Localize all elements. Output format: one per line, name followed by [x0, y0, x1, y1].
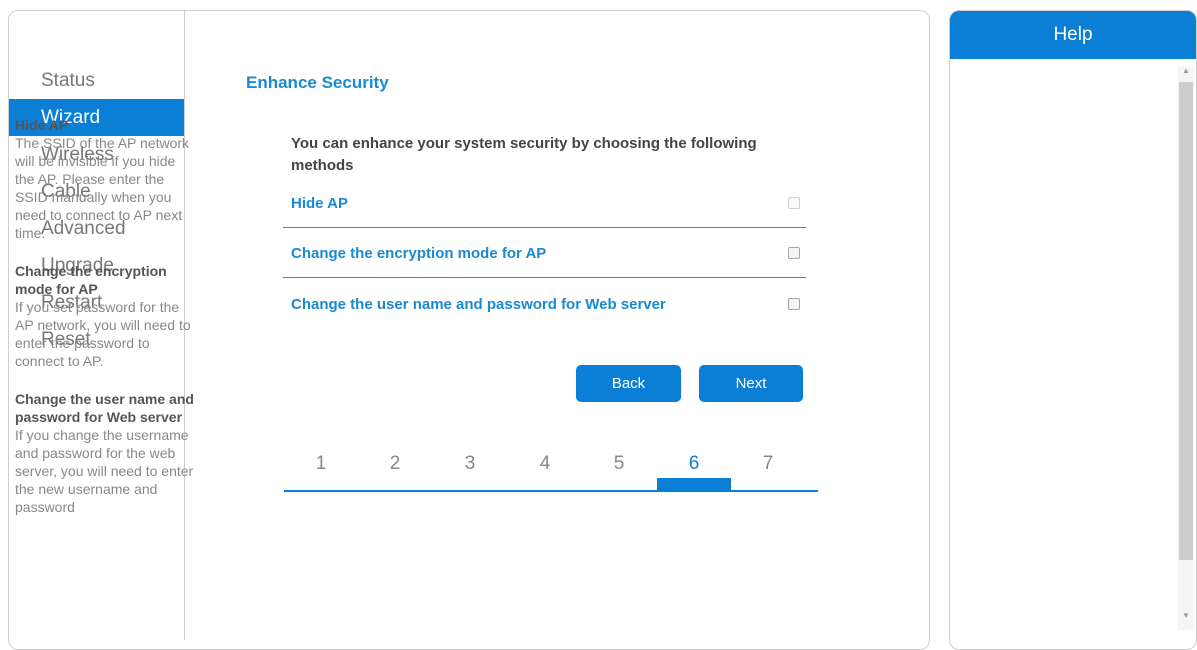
help-text-hide-ap: The SSID of the AP network will be invis…: [15, 135, 190, 241]
help-heading-web-credentials: Change the user name and password for We…: [15, 391, 194, 425]
step-6-current: 6: [688, 453, 700, 474]
web-credentials-checkbox[interactable]: [788, 298, 800, 310]
help-title: Help: [950, 11, 1196, 59]
steps-baseline: [284, 490, 818, 492]
encryption-mode-label: Change the encryption mode for AP: [291, 245, 547, 262]
help-scrollbar[interactable]: ▲ ▼: [1178, 66, 1194, 630]
option-row-web-credentials: Change the user name and password for We…: [283, 282, 806, 328]
hide-ap-checkbox[interactable]: [788, 197, 800, 209]
step-5: 5: [613, 453, 625, 474]
next-button[interactable]: Next: [699, 365, 803, 402]
scrollbar-thumb[interactable]: [1179, 82, 1193, 560]
web-credentials-label: Change the user name and password for We…: [291, 296, 666, 313]
help-text-web-credentials: If you change the username and password …: [15, 427, 194, 515]
option-row-encryption: Change the encryption mode for AP: [283, 231, 806, 278]
page-title: Enhance Security: [246, 73, 389, 92]
step-4: 4: [539, 453, 551, 474]
back-button[interactable]: Back: [576, 365, 681, 402]
help-heading-hide-ap: Hide AP: [15, 117, 69, 133]
help-text-encryption: If you set password for the AP network, …: [15, 299, 191, 369]
step-3: 3: [464, 453, 476, 474]
scroll-down-arrow-icon[interactable]: ▼: [1178, 611, 1194, 620]
sidebar-item-status[interactable]: Status: [9, 62, 184, 99]
step-2: 2: [389, 453, 401, 474]
help-content: Hide AP The SSID of the AP network will …: [15, 116, 197, 536]
help-panel: Help: [949, 10, 1197, 650]
intro-text: You can enhance your system security by …: [291, 135, 757, 174]
hide-ap-label: Hide AP: [291, 195, 348, 212]
option-row-hide-ap: Hide AP: [283, 181, 806, 228]
step-indicator: 1 2 3 4 5 6 7: [284, 448, 818, 493]
encryption-mode-checkbox[interactable]: [788, 247, 800, 259]
step-1: 1: [315, 453, 327, 474]
step-7: 7: [762, 453, 774, 474]
scroll-up-arrow-icon[interactable]: ▲: [1178, 66, 1194, 75]
help-heading-encryption: Change the encryption mode for AP: [15, 263, 167, 297]
